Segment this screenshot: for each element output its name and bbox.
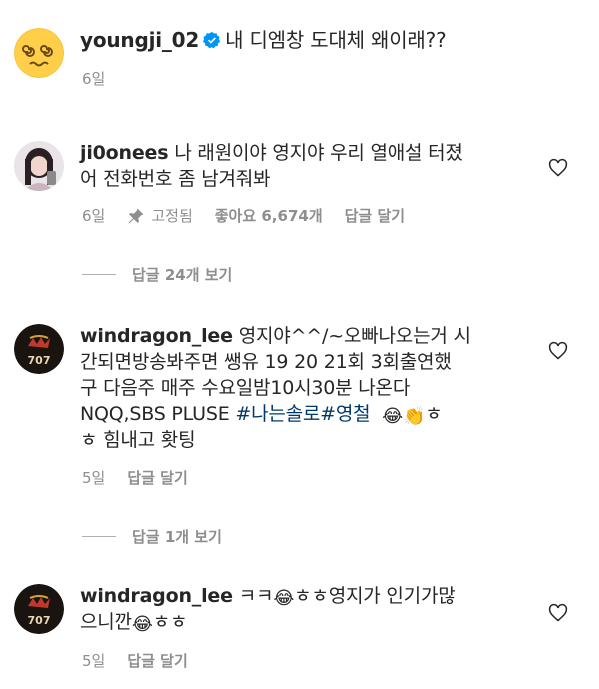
comment3-time: 5일 — [82, 652, 106, 670]
comment2-text-line3: 구 다음주 매주 수요일밤10시30분 나온다 — [80, 377, 411, 399]
comment2-hashtags[interactable]: #나는솔로#영철 — [235, 403, 370, 425]
comment2-like-heart-icon[interactable] — [548, 341, 568, 361]
comment1-text-line2: 어 전화번호 좀 남겨줘봐 — [80, 168, 271, 190]
comment3-like-heart-icon[interactable] — [548, 603, 568, 623]
comment2-text-line5: ㅎ 힘내고 홧팅 — [80, 429, 196, 451]
profile-logo-icon: 707 — [14, 324, 64, 374]
comment1-text-line1: 나 래원이야 영지야 우리 열애설 터졌 — [174, 142, 463, 164]
comment2-time: 5일 — [82, 469, 106, 487]
comment2-text-line4-tail: ㅎ — [425, 403, 443, 425]
pin-icon — [128, 208, 144, 223]
comment3-text-part2: ㅎㅎ영지가 인기가많 — [294, 585, 456, 607]
comment1-likes[interactable]: 좋아요 6,674개 — [215, 205, 323, 226]
comment2-reply-button[interactable]: 답글 달기 — [127, 467, 187, 488]
comment2-text-line2: 간되면방송봐주면 쌩유 19 20 21회 3회출연했 — [80, 351, 452, 373]
post-avatar[interactable] — [14, 28, 64, 78]
post-caption-text: 내 디엠창 도대체 왜이래?? — [225, 28, 447, 52]
clap-emoji-icon: 👏 — [403, 406, 426, 427]
comment3-avatar[interactable]: 707 — [14, 584, 64, 634]
comment3-text: windragon_lee ㅋㅋ😂ㅎㅎ영지가 인기가많 으니깐😂ㅎㅎ — [80, 583, 540, 635]
comment2-view-replies[interactable]: 답글 1개 보기 — [82, 526, 222, 547]
divider-line — [82, 536, 116, 537]
comment3-username[interactable]: windragon_lee — [80, 585, 233, 607]
comment1-avatar[interactable] — [14, 141, 64, 191]
comment3-text-part4: ㅎㅎ — [152, 611, 188, 633]
comment2-text-line1: 영지야^^/~오빠나오는거 시 — [238, 325, 471, 347]
comment1-time: 6일 — [82, 207, 106, 225]
divider-line — [82, 274, 116, 275]
post-meta: 6일 — [82, 68, 127, 89]
comment2-meta: 5일 답글 달기 — [82, 467, 210, 488]
comment1-reply-button[interactable]: 답글 달기 — [345, 205, 405, 226]
post-caption: youngji_02 내 디엠창 도대체 왜이래?? — [80, 27, 447, 53]
comment2-avatar[interactable]: 707 — [14, 324, 64, 374]
comment1-username[interactable]: ji0onees — [80, 142, 169, 164]
comment2-text: windragon_lee 영지야^^/~오빠나오는거 시 간되면방송봐주면 쌩유… — [80, 323, 540, 453]
laugh-cry-emoji-icon: 😂 — [131, 614, 153, 635]
comment2-username[interactable]: windragon_lee — [80, 325, 233, 347]
comment3-text-part3: 으니깐 — [80, 611, 132, 633]
comment1-view-replies-label[interactable]: 답글 24개 보기 — [132, 264, 232, 285]
laugh-cry-emoji-icon: 😂 — [382, 406, 403, 427]
laugh-cry-emoji-icon: 😂 — [273, 588, 295, 609]
comment1-text: ji0onees 나 래원이야 영지야 우리 열애설 터졌 어 전화번호 좀 남겨… — [80, 140, 530, 192]
comment1-view-replies[interactable]: 답글 24개 보기 — [82, 264, 232, 285]
svg-text:707: 707 — [28, 614, 51, 627]
profile-photo-icon — [14, 141, 64, 191]
comment2-view-replies-label[interactable]: 답글 1개 보기 — [132, 526, 222, 547]
dizzy-face-icon — [14, 28, 64, 78]
comment1-meta: 6일 고정됨 좋아요 6,674개 답글 달기 — [82, 205, 427, 226]
comment3-meta: 5일 답글 달기 — [82, 650, 210, 671]
profile-logo-icon: 707 — [14, 584, 64, 634]
comment2-text-line4: NQQ,SBS PLUSE — [80, 403, 236, 425]
verified-badge-icon — [203, 31, 221, 49]
comment3-text-part1: ㅋㅋ — [238, 585, 274, 607]
comment1-pinned-label: 고정됨 — [151, 207, 193, 225]
comment3-reply-button[interactable]: 답글 달기 — [127, 650, 187, 671]
comment1-like-heart-icon[interactable] — [548, 158, 568, 178]
post-time: 6일 — [82, 70, 106, 88]
post-username[interactable]: youngji_02 — [80, 28, 199, 52]
svg-text:707: 707 — [28, 354, 51, 367]
